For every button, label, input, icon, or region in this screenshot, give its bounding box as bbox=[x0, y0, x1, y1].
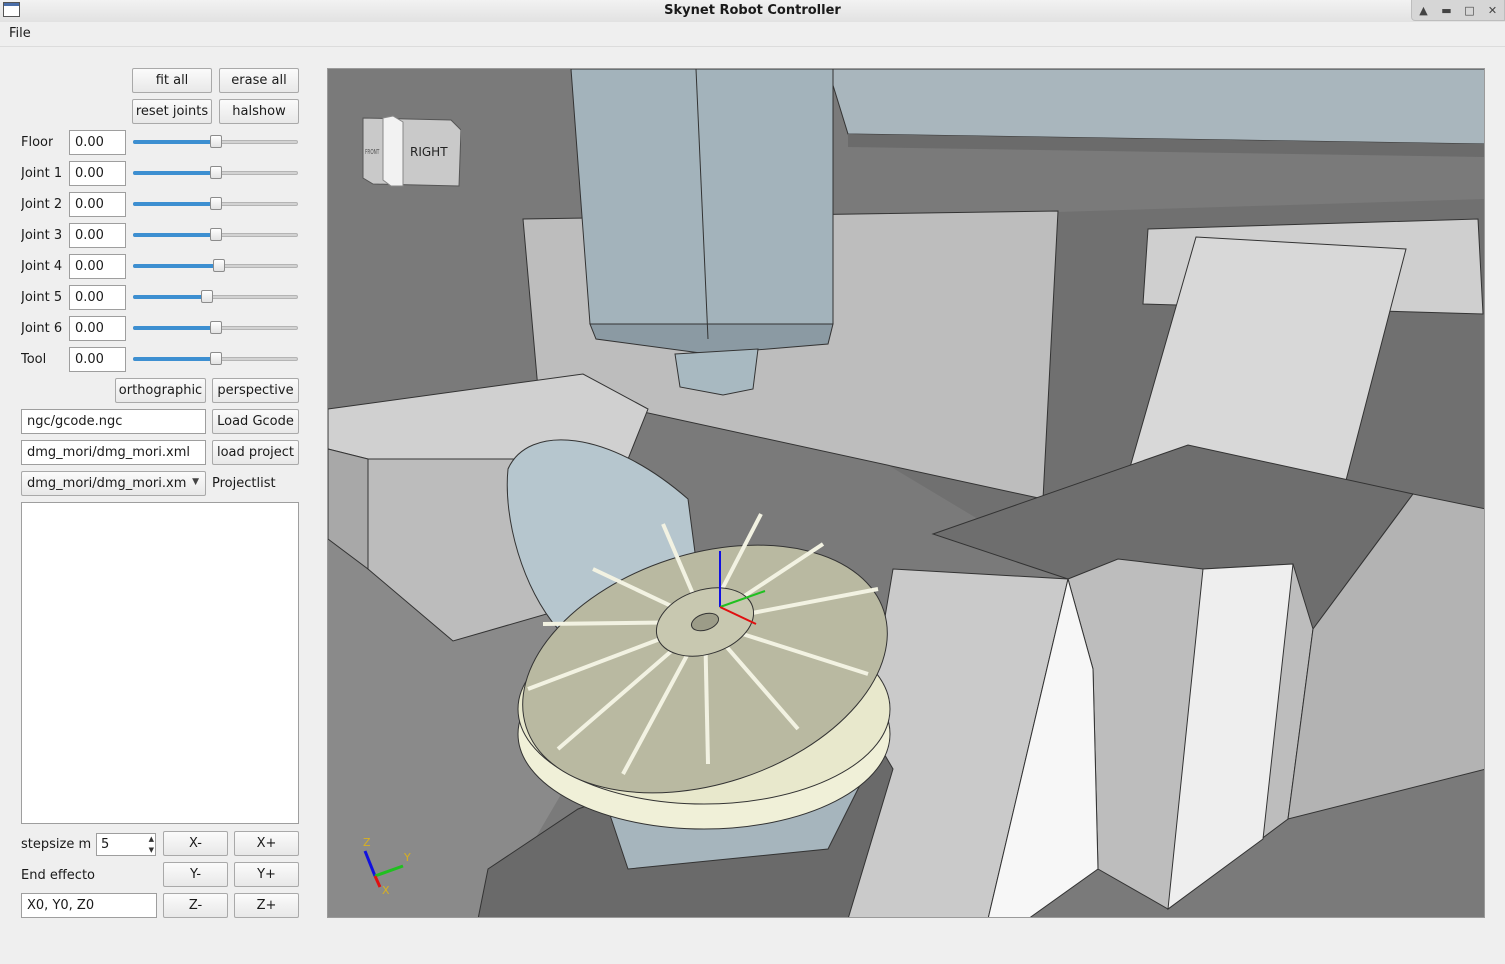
window-controls: ▲ ▬ □ ✕ bbox=[1411, 0, 1505, 21]
stepsize-value: 5 bbox=[101, 837, 110, 852]
joint-slider-2[interactable] bbox=[133, 196, 298, 212]
joint-input-6[interactable] bbox=[69, 316, 126, 341]
joint-slider-3[interactable] bbox=[133, 227, 298, 243]
project-select[interactable]: dmg_mori/dmg_mori.xm ▼ bbox=[21, 471, 206, 496]
y-plus-button[interactable]: Y+ bbox=[234, 862, 299, 887]
menu-file[interactable]: File bbox=[9, 26, 31, 41]
load-gcode-button[interactable]: Load Gcode bbox=[212, 409, 299, 434]
end-effector-position-input[interactable] bbox=[21, 893, 157, 918]
fit-all-button[interactable]: fit all bbox=[132, 68, 212, 93]
stepsize-spinbox[interactable]: 5 ▲ ▼ bbox=[96, 833, 156, 856]
load-project-button[interactable]: load project bbox=[212, 440, 299, 465]
joint-slider-floor[interactable] bbox=[133, 134, 298, 150]
joint-input-tool[interactable] bbox=[69, 347, 126, 372]
erase-all-button[interactable]: erase all bbox=[219, 68, 299, 93]
y-minus-button[interactable]: Y- bbox=[163, 862, 228, 887]
project-list[interactable] bbox=[21, 502, 299, 824]
projectlist-label: Projectlist bbox=[212, 476, 276, 491]
shade-icon[interactable]: ▲ bbox=[1415, 4, 1433, 17]
joint-input-5[interactable] bbox=[69, 285, 126, 310]
axis-label-y: Y bbox=[404, 851, 411, 864]
gcode-path-input[interactable] bbox=[21, 409, 206, 434]
orthographic-button[interactable]: orthographic bbox=[115, 378, 206, 403]
joint-label-floor: Floor bbox=[21, 135, 54, 150]
joint-label-1: Joint 1 bbox=[21, 166, 63, 181]
joint-label-6: Joint 6 bbox=[21, 321, 63, 336]
joint-slider-5[interactable] bbox=[133, 289, 298, 305]
project-path-input[interactable] bbox=[21, 440, 206, 465]
x-plus-button[interactable]: X+ bbox=[234, 831, 299, 856]
window-title: Skynet Robot Controller bbox=[664, 3, 841, 18]
z-plus-button[interactable]: Z+ bbox=[234, 893, 299, 918]
end-effector-label: End effecto bbox=[21, 868, 95, 883]
project-select-value: dmg_mori/dmg_mori.xm bbox=[27, 476, 187, 491]
joint-label-2: Joint 2 bbox=[21, 197, 63, 212]
scene-render bbox=[328, 69, 1484, 917]
reset-joints-button[interactable]: reset joints bbox=[132, 99, 212, 124]
menu-bar: File bbox=[0, 22, 1505, 47]
joint-slider-1[interactable] bbox=[133, 165, 298, 181]
joint-slider-tool[interactable] bbox=[133, 351, 298, 367]
3d-viewport[interactable]: FRONT RIGHT Z Y X bbox=[327, 68, 1485, 918]
joint-label-3: Joint 3 bbox=[21, 228, 63, 243]
spin-up-icon[interactable]: ▲ bbox=[149, 835, 154, 843]
joint-slider-6[interactable] bbox=[133, 320, 298, 336]
view-cube[interactable]: FRONT RIGHT bbox=[361, 114, 461, 192]
z-minus-button[interactable]: Z- bbox=[163, 893, 228, 918]
axis-triad: Z Y X bbox=[348, 834, 428, 899]
joint-input-1[interactable] bbox=[69, 161, 126, 186]
spin-down-icon[interactable]: ▼ bbox=[149, 846, 154, 854]
minimize-icon[interactable]: ▬ bbox=[1438, 4, 1456, 17]
view-cube-right-label: RIGHT bbox=[410, 145, 448, 159]
halshow-button[interactable]: halshow bbox=[219, 99, 299, 124]
maximize-icon[interactable]: □ bbox=[1461, 4, 1479, 17]
perspective-button[interactable]: perspective bbox=[212, 378, 299, 403]
joint-label-4: Joint 4 bbox=[21, 259, 63, 274]
close-icon[interactable]: ✕ bbox=[1484, 4, 1502, 17]
joint-input-4[interactable] bbox=[69, 254, 126, 279]
joint-label-5: Joint 5 bbox=[21, 290, 63, 305]
view-cube-front-label: FRONT bbox=[365, 148, 380, 156]
joint-input-3[interactable] bbox=[69, 223, 126, 248]
chevron-down-icon: ▼ bbox=[192, 477, 199, 487]
title-bar: Skynet Robot Controller ▲ ▬ □ ✕ bbox=[0, 0, 1505, 23]
stepsize-label: stepsize m bbox=[21, 837, 92, 852]
axis-label-x: X bbox=[382, 884, 390, 897]
axis-label-z: Z bbox=[363, 836, 371, 849]
joint-input-2[interactable] bbox=[69, 192, 126, 217]
joint-label-tool: Tool bbox=[21, 352, 47, 367]
joint-slider-4[interactable] bbox=[133, 258, 298, 274]
x-minus-button[interactable]: X- bbox=[163, 831, 228, 856]
joint-input-floor[interactable] bbox=[69, 130, 126, 155]
